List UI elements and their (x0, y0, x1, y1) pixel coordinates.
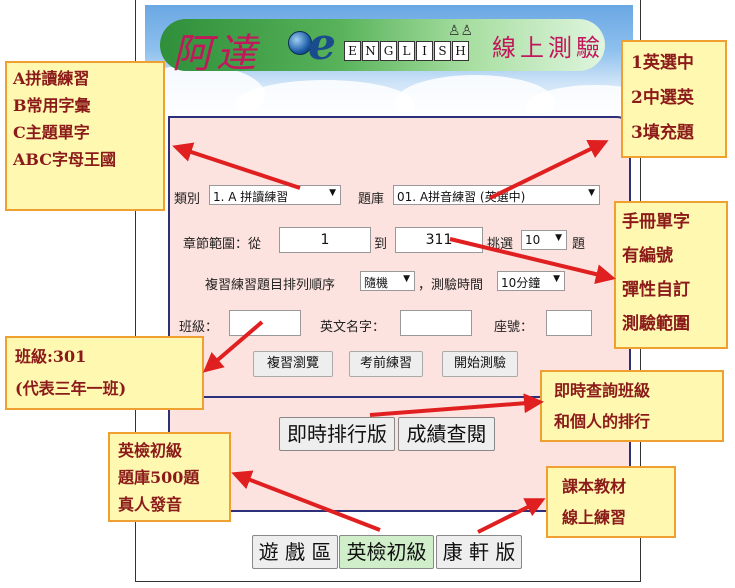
callout-manual: 手冊單字 有編號 彈性自訂 測驗範圍 (614, 201, 728, 349)
logo-name: 阿達 (172, 31, 260, 77)
class-label: 班級： (179, 320, 219, 335)
callout-class: 班級:301 (代表三年一班) (5, 336, 204, 410)
callout-line: (代表三年一班) (15, 379, 127, 398)
order-label: 複習練習題目排列順序 (205, 278, 336, 293)
callout-line: 線上練習 (562, 508, 627, 527)
callout-line: 3填充題 (631, 123, 694, 143)
callout-line: B常用字彙 (13, 96, 91, 115)
time-select[interactable]: 10分鐘 ▼ (497, 271, 565, 291)
callout-line: ABC字母王國 (13, 150, 116, 169)
callout-line: 2中選英 (631, 88, 694, 108)
scores-button[interactable]: 成績查閱 (398, 417, 495, 451)
range-from-input[interactable]: 1 (279, 227, 371, 253)
site-logo[interactable]: 阿達 e E N G L I S H ♙♙ 線上測驗 (160, 19, 605, 77)
callout-line: 課本教材 (562, 477, 627, 496)
callout-line: 1英選中 (631, 53, 694, 73)
logo-subtitle: 線上測驗 (492, 34, 604, 62)
games-button[interactable]: 遊 戲 區 (252, 535, 338, 569)
time-label: ，測驗時間 (418, 278, 484, 293)
chevron-down-icon: ▼ (588, 188, 595, 198)
class-input[interactable] (229, 310, 301, 336)
review-button[interactable]: 複習瀏覽 (253, 351, 333, 377)
logo-letter: E (344, 41, 361, 61)
practice-button[interactable]: 考前練習 (349, 351, 423, 377)
logo-letter: H (452, 41, 469, 61)
bank-select[interactable]: 01. A拼音練習 (英選中) ▼ (393, 185, 600, 205)
callout-line: 班級:301 (15, 347, 87, 366)
chevron-down-icon: ▼ (553, 274, 560, 284)
logo-letter: L (398, 41, 415, 61)
callout-line: 英檢初級 (118, 441, 183, 460)
callout-modes: 1英選中 2中選英 3填充題 (621, 40, 727, 158)
pick-label: 挑選 (487, 237, 514, 252)
seat-number-input[interactable] (546, 310, 592, 336)
logo-letter: I (416, 41, 433, 61)
pick-count-value: 10 (525, 233, 541, 247)
category-value: 1. A 拼讀練習 (213, 190, 289, 204)
callout-line: 手冊單字 (622, 212, 690, 232)
callout-line: C主題單字 (13, 123, 90, 142)
range-to-label: 到 (374, 237, 388, 252)
range-to-input[interactable]: 311 (395, 227, 483, 253)
pick-count-select[interactable]: 10 ▼ (521, 230, 567, 250)
seat-label: 座號： (494, 320, 534, 335)
callout-line: 測驗範圍 (622, 314, 690, 334)
chevron-down-icon: ▼ (555, 233, 562, 243)
order-select[interactable]: 隨機 ▼ (360, 271, 415, 291)
name-label: 英文名字： (320, 320, 386, 335)
callout-gept: 英檢初級 題庫500題 真人發音 (108, 432, 231, 522)
kangxuan-button[interactable]: 康 軒 版 (436, 535, 522, 569)
category-select[interactable]: 1. A 拼讀練習 ▼ (209, 185, 341, 205)
logo-letter: N (362, 41, 379, 61)
english-name-input[interactable] (400, 310, 472, 336)
callout-line: A拼讀練習 (13, 69, 90, 88)
logo-english-letters: E N G L I S H (344, 41, 469, 61)
bank-label: 題庫 (358, 192, 385, 207)
range-label: 章節範圍：從 (183, 237, 262, 252)
logo-letter: S (434, 41, 451, 61)
callout-textbook: 課本教材 線上練習 (546, 466, 676, 538)
time-value: 10分鐘 (501, 276, 541, 290)
order-value: 隨機 (364, 276, 389, 290)
kids-icon: ♙♙ (448, 23, 474, 39)
callout-ranking: 即時查詢班級 和個人的排行 (540, 370, 724, 442)
start-test-button[interactable]: 開始測驗 (442, 351, 518, 377)
chevron-down-icon: ▼ (329, 188, 336, 198)
callout-categories: A拼讀練習 B常用字彙 C主題單字 ABC字母王國 (5, 61, 165, 211)
category-label: 類別 (174, 192, 201, 207)
callout-line: 真人發音 (118, 495, 183, 514)
pick-unit-label: 題 (572, 237, 586, 252)
site-banner: 阿達 e E N G L I S H ♙♙ 線上測驗 (145, 5, 633, 117)
ranking-button[interactable]: 即時排行版 (279, 417, 395, 451)
logo-letter: G (380, 41, 397, 61)
callout-line: 即時查詢班級 (554, 381, 651, 400)
bank-value: 01. A拼音練習 (英選中) (397, 190, 526, 204)
callout-line: 題庫500題 (118, 468, 200, 487)
chevron-down-icon: ▼ (403, 274, 410, 284)
logo-e: e (308, 19, 336, 70)
callout-line: 彈性自訂 (622, 280, 690, 300)
callout-line: 和個人的排行 (554, 412, 651, 431)
callout-line: 有編號 (622, 246, 673, 266)
gept-elementary-button[interactable]: 英檢初級 (339, 535, 434, 569)
